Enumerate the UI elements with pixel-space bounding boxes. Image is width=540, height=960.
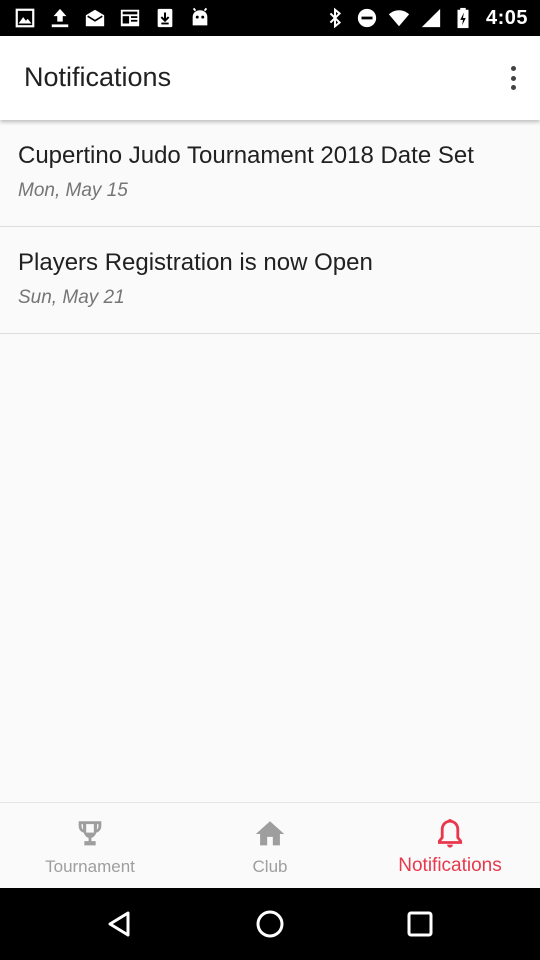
more-vert-icon[interactable]	[506, 64, 520, 92]
tab-club[interactable]: Club	[180, 803, 360, 888]
bluetooth-icon	[329, 7, 342, 29]
cell-signal-icon	[421, 8, 441, 28]
notification-date: Sun, May 21	[18, 287, 125, 308]
tab-label: Notifications	[398, 855, 502, 876]
bell-icon	[437, 819, 463, 848]
bottom-navigation: Tournament Club Notifications	[0, 802, 540, 888]
menu-dot	[510, 85, 516, 90]
tab-tournament[interactable]: Tournament	[0, 803, 180, 888]
notification-list: Cupertino Judo Tournament 2018 Date Set …	[0, 120, 540, 334]
status-system-icons: 4:05	[324, 6, 528, 30]
home-icon	[255, 821, 285, 846]
page-title: Notifications	[24, 62, 172, 92]
trophy-icon	[78, 821, 102, 846]
status-notification-icons	[14, 6, 211, 30]
back-icon[interactable]	[104, 908, 136, 940]
status-bar: 4:05	[0, 0, 540, 36]
upload-icon	[51, 8, 69, 28]
notification-title: Players Registration is now Open	[18, 249, 373, 276]
battery-charging-icon	[457, 7, 469, 29]
download-icon	[157, 8, 173, 28]
status-time: 4:05	[485, 6, 528, 29]
system-navigation-bar	[0, 888, 540, 960]
menu-dot	[510, 75, 516, 81]
tab-label: Tournament	[45, 857, 135, 876]
home-circle-icon[interactable]	[254, 908, 286, 940]
news-icon	[120, 9, 140, 27]
notification-date: Mon, May 15	[18, 180, 128, 201]
android-icon	[192, 7, 208, 26]
tab-label: Club	[252, 857, 288, 876]
tab-notifications[interactable]: Notifications	[360, 803, 540, 888]
recents-icon[interactable]	[404, 908, 436, 940]
mail-icon	[85, 9, 105, 27]
wifi-icon	[388, 10, 410, 27]
list-item[interactable]: Cupertino Judo Tournament 2018 Date Set …	[0, 120, 540, 227]
menu-dot	[510, 66, 516, 71]
list-item[interactable]: Players Registration is now Open Sun, Ma…	[0, 227, 540, 334]
image-icon	[15, 8, 35, 28]
app-bar: Notifications	[0, 36, 540, 120]
notification-title: Cupertino Judo Tournament 2018 Date Set	[18, 142, 474, 169]
do-not-disturb-icon	[357, 8, 377, 28]
